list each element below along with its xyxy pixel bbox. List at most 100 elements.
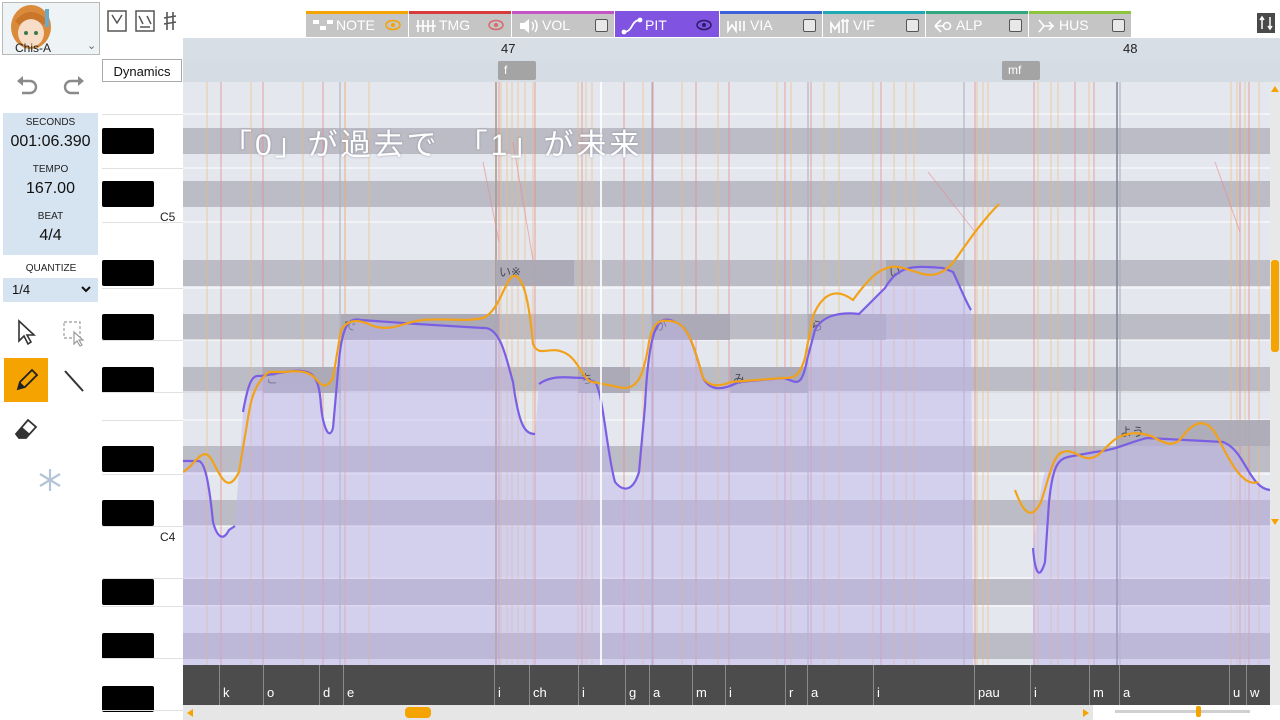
quantize-select[interactable]: 1/4 (3, 278, 98, 302)
phoneme-divider (494, 665, 495, 705)
phoneme-label[interactable]: g (629, 685, 636, 700)
tab-hus-checkbox[interactable] (1112, 19, 1125, 32)
piano-roll-editor[interactable]: こでい※ ちがみらいよう (183, 82, 1270, 665)
phoneme-divider (529, 665, 530, 705)
scroll-up-icon[interactable] (1270, 84, 1280, 94)
scroll-right-icon[interactable] (1081, 708, 1091, 718)
tab-pit-label: PIT (645, 17, 667, 33)
white-key-divider (102, 658, 183, 659)
phoneme-label[interactable]: d (323, 685, 330, 700)
black-key[interactable] (102, 686, 154, 712)
phoneme-label[interactable]: k (223, 685, 230, 700)
octave-label: C4 (160, 530, 176, 544)
piano-keyboard[interactable]: C5 C4 (102, 82, 183, 712)
alpha-icon (934, 19, 952, 33)
dynamics-mark[interactable]: f (498, 61, 536, 80)
pointer-tool-icon[interactable] (4, 310, 48, 354)
tempo-value[interactable]: 167.00 (3, 180, 98, 198)
freeze-tool-icon[interactable] (28, 458, 72, 502)
black-key[interactable] (102, 181, 154, 207)
white-key-divider (102, 288, 183, 289)
black-key[interactable] (102, 260, 154, 286)
range-select-tool-icon[interactable] (52, 310, 96, 354)
black-key[interactable] (102, 500, 154, 526)
tab-pit[interactable]: PIT (615, 11, 719, 37)
tab-vol-checkbox[interactable] (595, 19, 608, 32)
black-key[interactable] (102, 128, 154, 154)
phoneme-label[interactable]: i (582, 685, 585, 700)
phoneme-label[interactable]: o (267, 685, 274, 700)
phoneme-divider (807, 665, 808, 705)
tab-vif-checkbox[interactable] (906, 19, 919, 32)
eye-icon[interactable] (487, 18, 505, 32)
black-key[interactable] (102, 314, 154, 340)
eraser-tool-icon[interactable] (4, 406, 48, 450)
dynamics-lane[interactable]: f mf (183, 60, 1280, 82)
black-key[interactable] (102, 367, 154, 393)
track-list-toggle-icon[interactable] (1256, 12, 1276, 34)
eye-icon[interactable] (695, 18, 713, 32)
vertical-scrollbar[interactable] (1270, 82, 1280, 705)
singer-selector[interactable]: Chis-A ⌄ (2, 2, 100, 55)
vertical-scroll-thumb[interactable] (1271, 260, 1279, 352)
tab-alp[interactable]: ALP (926, 11, 1028, 37)
phoneme-divider (974, 665, 975, 705)
phoneme-label[interactable]: i (729, 685, 732, 700)
black-key[interactable] (102, 633, 154, 659)
tab-tmg[interactable]: TMG (409, 11, 511, 37)
dynamics-mark[interactable]: mf (1002, 61, 1040, 80)
phoneme-label[interactable]: w (1250, 685, 1259, 700)
scroll-down-icon[interactable] (1270, 517, 1280, 527)
eye-icon[interactable] (384, 18, 402, 32)
horizontal-zoom-slider[interactable] (1115, 710, 1250, 713)
measure-ruler[interactable]: 47 48 (183, 38, 1280, 60)
note-edit-mode-icon[interactable] (107, 10, 127, 32)
white-key-divider (102, 474, 183, 475)
note-lyric: よう (1120, 425, 1144, 439)
phoneme-label[interactable]: e (347, 685, 354, 700)
phoneme-label[interactable]: r (789, 685, 793, 700)
phoneme-label[interactable]: a (811, 685, 818, 700)
husky-icon (1038, 19, 1055, 33)
horizontal-scroll-thumb[interactable] (405, 707, 431, 718)
tab-hus[interactable]: HUS (1029, 11, 1131, 37)
phoneme-lane[interactable]: k o d e i ch i g a m i r a i pau i m a u w (183, 665, 1270, 705)
tab-vif-label: VIF (853, 17, 875, 33)
pencil-tool-button[interactable] (4, 358, 48, 402)
tab-via-checkbox[interactable] (803, 19, 816, 32)
phoneme-divider (1030, 665, 1031, 705)
phoneme-label[interactable]: a (653, 685, 660, 700)
tab-note[interactable]: NOTE (306, 11, 408, 37)
phoneme-label[interactable]: m (696, 685, 707, 700)
beat-value[interactable]: 4/4 (3, 227, 98, 245)
seconds-value: 001:06.390 (10, 133, 91, 150)
phoneme-label[interactable]: pau (978, 685, 1000, 700)
undo-icon[interactable] (13, 72, 41, 100)
black-key[interactable] (102, 446, 154, 472)
tab-alp-checkbox[interactable] (1009, 19, 1022, 32)
phoneme-divider (1229, 665, 1230, 705)
vibrato-mode-icon[interactable] (135, 10, 155, 32)
black-key[interactable] (102, 579, 154, 605)
redo-icon[interactable] (60, 72, 88, 100)
tab-vif[interactable]: VIF (823, 11, 925, 37)
phoneme-label[interactable]: i (1034, 685, 1037, 700)
phoneme-label[interactable]: u (1233, 685, 1240, 700)
scroll-left-icon[interactable] (185, 708, 195, 718)
phoneme-label[interactable]: a (1123, 685, 1130, 700)
transport-info: SECONDS 001:06.390 TEMPO 167.00 BEAT 4/4 (3, 113, 98, 255)
phoneme-label[interactable]: ch (533, 685, 547, 700)
phoneme-label[interactable]: i (877, 685, 880, 700)
tab-vol[interactable]: VOL (512, 11, 614, 37)
tab-via[interactable]: VIA (720, 11, 822, 37)
phoneme-label[interactable]: m (1093, 685, 1104, 700)
tab-via-label: VIA (750, 17, 773, 33)
line-tool-icon[interactable] (52, 358, 96, 402)
phoneme-label[interactable]: i (498, 685, 501, 700)
speaker-icon (520, 19, 538, 33)
tab-note-label: NOTE (336, 17, 375, 33)
zoom-slider-thumb[interactable] (1196, 706, 1201, 717)
horizontal-scrollbar[interactable] (183, 705, 1093, 720)
key-signature-icon[interactable] (160, 10, 180, 32)
piano-roll-canvas[interactable]: こでい※ちがみらいよう (183, 82, 1270, 665)
